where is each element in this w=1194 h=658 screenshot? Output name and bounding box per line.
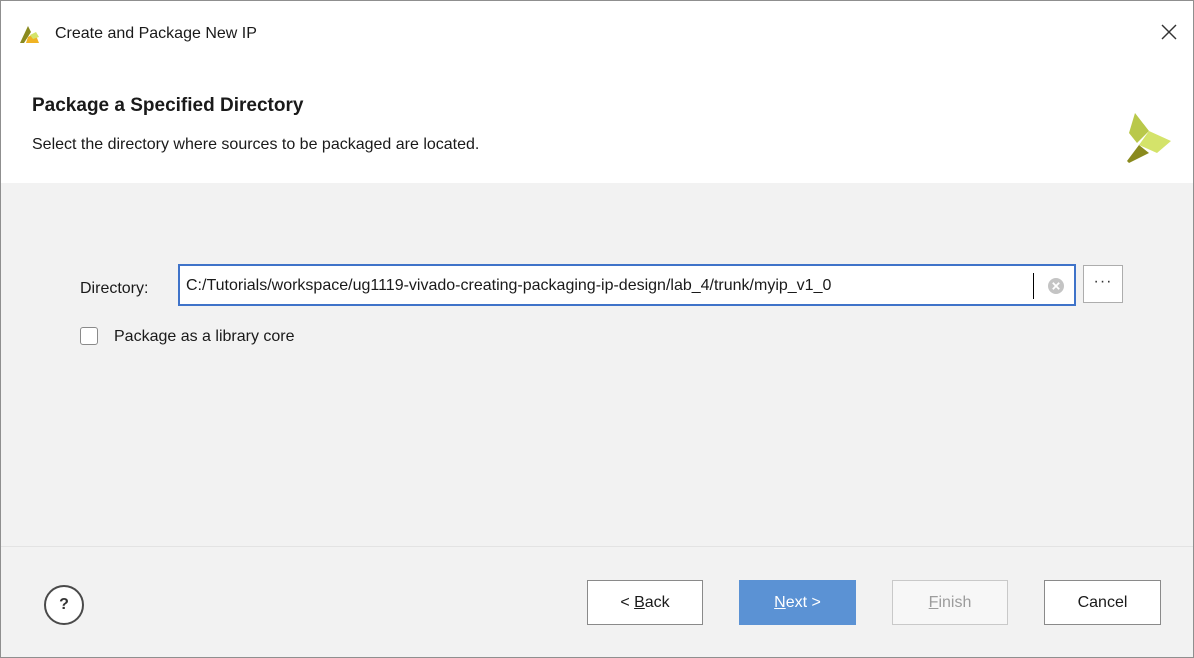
close-icon[interactable] — [1155, 18, 1183, 46]
library-core-checkbox[interactable] — [80, 327, 98, 345]
finish-mnemonic: F — [928, 593, 939, 611]
help-icon: ? — [59, 596, 69, 613]
page-title: Package a Specified Directory — [32, 95, 304, 116]
vivado-logo-icon — [20, 26, 39, 43]
directory-input[interactable] — [186, 274, 1041, 298]
directory-label: Directory: — [80, 280, 149, 297]
next-rest: ext > — [785, 593, 821, 611]
back-rest: ack — [644, 593, 670, 611]
page-subtitle: Select the directory where sources to be… — [32, 136, 480, 153]
help-button[interactable]: ? — [44, 585, 84, 625]
content-area: Directory: ··· Package as a library core — [1, 183, 1193, 546]
dialog-footer: ? < Back Next > Finish Cancel — [1, 547, 1193, 657]
next-mnemonic: N — [774, 593, 786, 611]
clear-circle-icon[interactable] — [1047, 277, 1065, 295]
dialog-window: Create and Package New IP Package a Spec… — [0, 0, 1194, 658]
title-bar: Create and Package New IP — [1, 1, 1193, 63]
text-caret — [1033, 273, 1034, 299]
next-button[interactable]: Next > — [739, 580, 856, 625]
page-header: Package a Specified Directory Select the… — [1, 63, 1193, 183]
back-button[interactable]: < Back — [587, 580, 703, 625]
vivado-logo-icon — [1127, 113, 1171, 163]
back-mnemonic: B — [634, 593, 645, 611]
finish-rest: inish — [938, 593, 972, 611]
directory-field[interactable] — [178, 264, 1076, 306]
back-prefix: < — [620, 593, 635, 611]
window-title: Create and Package New IP — [55, 25, 257, 42]
library-core-label[interactable]: Package as a library core — [114, 327, 295, 347]
browse-button-label: ··· — [1093, 273, 1113, 290]
browse-button[interactable]: ··· — [1083, 265, 1123, 303]
cancel-button[interactable]: Cancel — [1044, 580, 1161, 625]
finish-button: Finish — [892, 580, 1008, 625]
